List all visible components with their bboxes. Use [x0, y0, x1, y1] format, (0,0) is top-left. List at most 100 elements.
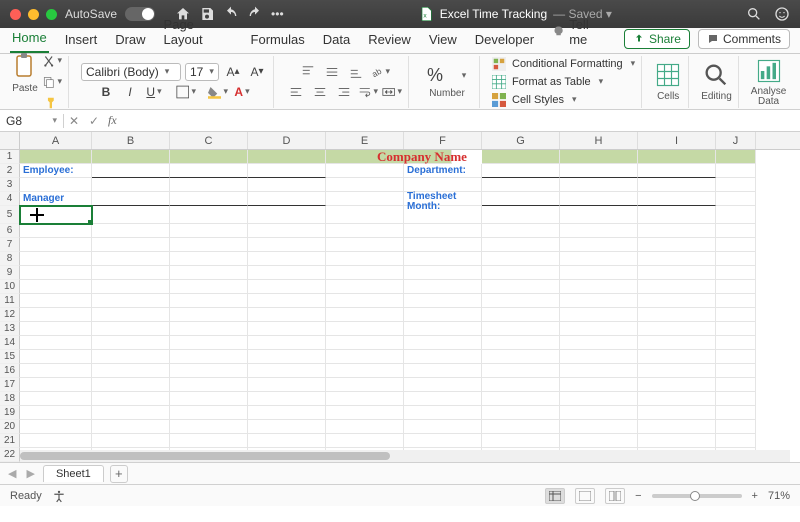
cell[interactable]	[20, 350, 92, 364]
font-name-select[interactable]: Calibri (Body)	[81, 63, 181, 81]
cell[interactable]	[92, 420, 170, 434]
search-icon[interactable]	[746, 6, 762, 22]
cell[interactable]	[170, 406, 248, 420]
cell[interactable]	[170, 224, 248, 238]
cell[interactable]	[92, 406, 170, 420]
formula-input[interactable]	[121, 114, 800, 128]
cell[interactable]	[248, 238, 326, 252]
cell[interactable]	[404, 336, 482, 350]
cell[interactable]	[560, 252, 638, 266]
cell[interactable]	[170, 322, 248, 336]
row-header[interactable]: 7	[0, 238, 20, 252]
cell[interactable]	[482, 308, 560, 322]
cell[interactable]	[638, 406, 716, 420]
more-icon[interactable]: •••	[271, 7, 284, 21]
cell[interactable]	[716, 336, 756, 350]
row-header[interactable]: 15	[0, 350, 20, 364]
align-bottom-icon[interactable]	[346, 63, 366, 81]
cell[interactable]	[638, 164, 716, 178]
cell[interactable]	[482, 238, 560, 252]
cell[interactable]	[92, 206, 170, 224]
cell[interactable]	[716, 252, 756, 266]
cell[interactable]	[170, 308, 248, 322]
cell[interactable]	[20, 364, 92, 378]
cell[interactable]	[404, 266, 482, 280]
col-header[interactable]: E	[326, 132, 404, 149]
cell[interactable]	[20, 308, 92, 322]
underline-button[interactable]: U	[144, 83, 164, 101]
cell[interactable]	[248, 308, 326, 322]
cell[interactable]	[20, 420, 92, 434]
cell[interactable]	[248, 392, 326, 406]
cell[interactable]	[92, 308, 170, 322]
orientation-icon[interactable]: ab	[370, 63, 390, 81]
cell[interactable]	[248, 364, 326, 378]
bold-button[interactable]: B	[96, 83, 116, 101]
horizontal-scrollbar[interactable]	[20, 450, 790, 462]
row-header[interactable]: 10	[0, 280, 20, 294]
cell[interactable]	[326, 434, 404, 448]
borders-icon[interactable]	[176, 83, 196, 101]
cell[interactable]	[404, 252, 482, 266]
cell[interactable]	[638, 280, 716, 294]
row-header[interactable]: 22	[0, 448, 20, 462]
cell[interactable]	[248, 150, 326, 164]
cell[interactable]	[404, 322, 482, 336]
cell[interactable]	[482, 266, 560, 280]
copy-icon[interactable]	[42, 73, 62, 91]
cell[interactable]	[20, 336, 92, 350]
cell[interactable]	[92, 322, 170, 336]
cell[interactable]	[638, 238, 716, 252]
cell[interactable]	[92, 434, 170, 448]
cell[interactable]	[716, 420, 756, 434]
tab-insert[interactable]: Insert	[63, 28, 100, 53]
cell[interactable]	[482, 434, 560, 448]
sheet-nav-prev-icon[interactable]: ◀	[6, 467, 18, 480]
add-sheet-button[interactable]: +	[110, 465, 128, 483]
cell[interactable]	[560, 266, 638, 280]
cell[interactable]	[326, 192, 404, 206]
cell[interactable]	[404, 420, 482, 434]
row-header[interactable]: 2	[0, 164, 20, 178]
cell[interactable]	[404, 392, 482, 406]
row-header[interactable]: 6	[0, 224, 20, 238]
cell[interactable]	[638, 392, 716, 406]
cell[interactable]	[560, 206, 638, 224]
cell[interactable]	[716, 434, 756, 448]
cell[interactable]	[638, 308, 716, 322]
cell[interactable]	[92, 252, 170, 266]
cell[interactable]	[92, 364, 170, 378]
cell[interactable]	[560, 364, 638, 378]
cell[interactable]	[638, 192, 716, 206]
cell-styles-button[interactable]: Cell Styles	[492, 92, 577, 108]
cell[interactable]	[560, 150, 638, 164]
cell[interactable]: Employee:	[20, 164, 92, 178]
cell[interactable]	[716, 350, 756, 364]
tab-view[interactable]: View	[427, 28, 459, 53]
cell[interactable]	[638, 378, 716, 392]
cell[interactable]	[170, 238, 248, 252]
cell[interactable]	[404, 280, 482, 294]
cancel-formula-icon[interactable]: ✕	[64, 114, 84, 128]
align-right-icon[interactable]	[334, 83, 354, 101]
font-size-select[interactable]: 17	[185, 63, 219, 81]
cell[interactable]	[716, 378, 756, 392]
cell[interactable]	[482, 192, 560, 206]
cell[interactable]	[92, 164, 170, 178]
cell[interactable]	[638, 206, 716, 224]
col-header[interactable]: J	[716, 132, 756, 149]
cell[interactable]	[326, 322, 404, 336]
increase-font-icon[interactable]: A▴	[223, 63, 243, 81]
cell[interactable]	[404, 294, 482, 308]
redo-icon[interactable]	[247, 6, 263, 22]
share-button[interactable]: Share	[624, 29, 690, 49]
cut-icon[interactable]	[42, 52, 62, 70]
cell[interactable]	[170, 150, 248, 164]
cell[interactable]	[326, 420, 404, 434]
tab-tell-me[interactable]: Tell me	[550, 13, 610, 53]
row-header[interactable]: 9	[0, 266, 20, 280]
format-painter-icon[interactable]	[42, 94, 62, 112]
cell[interactable]	[716, 364, 756, 378]
row-header[interactable]: 21	[0, 434, 20, 448]
cell[interactable]	[560, 406, 638, 420]
